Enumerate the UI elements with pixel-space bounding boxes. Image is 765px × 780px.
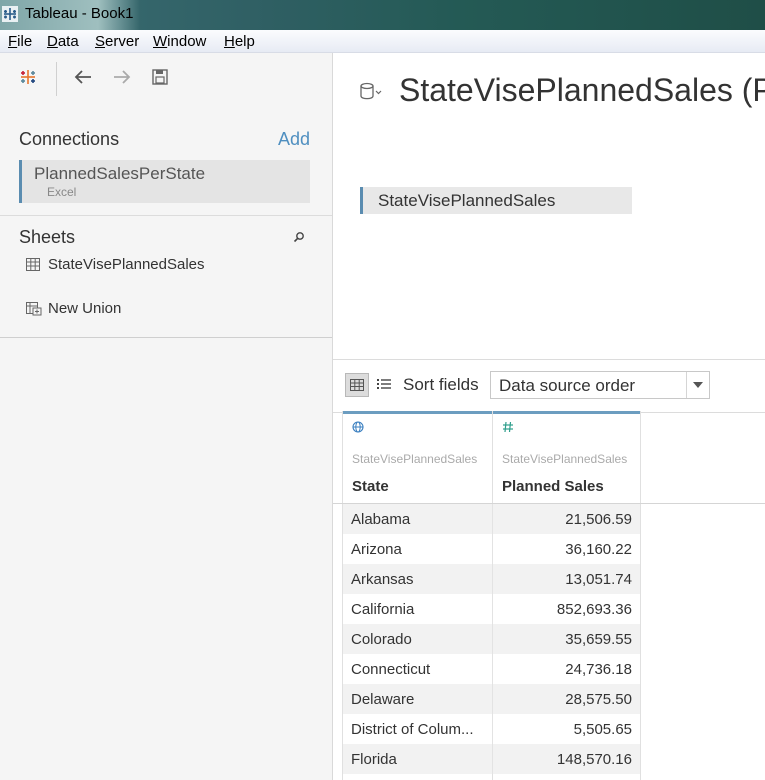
cell-planned-sales: 35,659.55 (565, 631, 632, 648)
menu-file-accel: F (8, 33, 18, 50)
sort-fields-label: Sort fields (403, 375, 479, 394)
table-row[interactable]: California 852,693.36 (343, 594, 640, 624)
save-icon[interactable] (152, 69, 168, 85)
connection-name: PlannedSalesPerState (34, 164, 206, 183)
cell-planned-sales: 148,570.16 (556, 751, 632, 768)
cell-state: Colorado (351, 631, 412, 648)
cell-planned-sales: 5,505.65 (573, 721, 632, 738)
cell-planned-sales: 13,051.74 (565, 571, 632, 588)
connection-item[interactable]: PlannedSalesPerState Excel (19, 160, 310, 203)
table-row[interactable]: District of Colum... 5,505.65 (343, 714, 640, 744)
datasource-title[interactable]: StateVisePlannedSales (Pl (399, 72, 765, 109)
menu-server-label: erver (105, 33, 140, 50)
cell-state: Arkansas (351, 571, 414, 588)
toolbar-separator (56, 62, 57, 96)
table-row[interactable]: Alabama 21,506.59 (343, 504, 640, 534)
cell-state: Florida (351, 751, 397, 768)
search-icon[interactable] (293, 231, 305, 243)
column-header-planned-sales[interactable]: StateVisePlannedSales Planned Sales (493, 411, 640, 503)
table-row[interactable]: Arkansas 13,051.74 (343, 564, 640, 594)
cell-state: Arizona (351, 541, 402, 558)
cell-state: Connecticut (351, 661, 431, 678)
cell-planned-sales: 28,575.50 (565, 691, 632, 708)
column-source: StateVisePlannedSales (352, 452, 478, 466)
menu-help[interactable]: Help (224, 33, 255, 50)
table-row[interactable]: Florida 148,570.16 (343, 744, 640, 774)
union-icon (26, 302, 42, 316)
title-bar: Tableau - Book1 (0, 0, 765, 30)
window-title: Tableau - Book1 (25, 5, 134, 22)
column-divider (640, 411, 641, 780)
globe-icon[interactable] (352, 421, 364, 433)
add-connection-link[interactable]: Add (278, 129, 310, 150)
menu-data-accel: D (47, 33, 58, 50)
database-icon[interactable] (360, 82, 384, 102)
column-name: State (352, 478, 389, 495)
menu-file-label: ile (17, 33, 33, 50)
column-header-bar (493, 411, 640, 414)
cell-planned-sales: 21,506.59 (565, 511, 632, 528)
table-row[interactable]: Arizona 36,160.22 (343, 534, 640, 564)
cell-planned-sales: 852,693.36 (556, 601, 632, 618)
column-source: StateVisePlannedSales (502, 452, 628, 466)
menu-data-label: ata (57, 33, 79, 50)
back-arrow-icon[interactable] (73, 68, 93, 86)
sort-fields-value: Data source order (499, 376, 636, 395)
column-name: Planned Sales (502, 478, 604, 495)
cell-planned-sales: 36,160.22 (565, 541, 632, 558)
sheet-item-label: StateVisePlannedSales (48, 256, 205, 273)
cell-divider (492, 624, 493, 654)
list-icon (377, 379, 391, 389)
cell-divider (492, 654, 493, 684)
cell-divider (492, 534, 493, 564)
cell-divider (492, 504, 493, 534)
cell-state: District of Colum... (351, 721, 474, 738)
divider (0, 215, 332, 216)
menu-server-accel: S (95, 33, 106, 50)
menu-window-accel: W (153, 33, 168, 50)
column-header-bar (343, 411, 492, 414)
table-icon (26, 258, 40, 271)
tableau-logo-icon[interactable] (18, 67, 38, 87)
menu-help-accel: H (224, 33, 235, 50)
cell-divider (492, 684, 493, 714)
number-icon[interactable] (502, 421, 514, 433)
list-view-button[interactable] (373, 373, 397, 397)
cell-divider (492, 744, 493, 774)
menu-file[interactable]: File (8, 33, 32, 50)
sheet-item-label: New Union (48, 300, 122, 317)
column-header-state[interactable]: StateVisePlannedSales State (343, 411, 492, 503)
cell-state: Alabama (351, 511, 411, 528)
divider (0, 337, 332, 338)
cell-divider (492, 714, 493, 744)
sort-fields-dropdown[interactable]: Data source order (490, 371, 710, 399)
table-row[interactable]: Colorado 35,659.55 (343, 624, 640, 654)
connections-heading: Connections (19, 129, 120, 149)
chevron-down-icon[interactable] (686, 372, 709, 398)
connection-type: Excel (47, 185, 77, 199)
cell-planned-sales: 24,736.18 (565, 661, 632, 678)
table-row[interactable]: Delaware 28,575.50 (343, 684, 640, 714)
menu-window[interactable]: Window (153, 33, 206, 50)
grid-view-button[interactable] (345, 373, 369, 397)
table-row[interactable]: Connecticut 24,736.18 (343, 654, 640, 684)
canvas-table-label: StateVisePlannedSales (378, 191, 556, 210)
cell-state: Delaware (351, 691, 415, 708)
cell-divider (492, 564, 493, 594)
menu-data[interactable]: Data (47, 33, 79, 50)
forward-arrow-icon[interactable] (112, 68, 132, 86)
menu-help-label: elp (234, 33, 255, 50)
tableau-app-icon (2, 6, 18, 22)
canvas-table-card[interactable]: StateVisePlannedSales (360, 187, 632, 214)
menu-bar: File Data Server Window Help (0, 30, 765, 53)
cell-divider (492, 594, 493, 624)
sheets-heading: Sheets (19, 227, 76, 247)
menu-window-label: indow (167, 33, 207, 50)
cell-state: California (351, 601, 415, 618)
grid-icon (350, 379, 364, 391)
menu-server[interactable]: Server (95, 33, 139, 50)
